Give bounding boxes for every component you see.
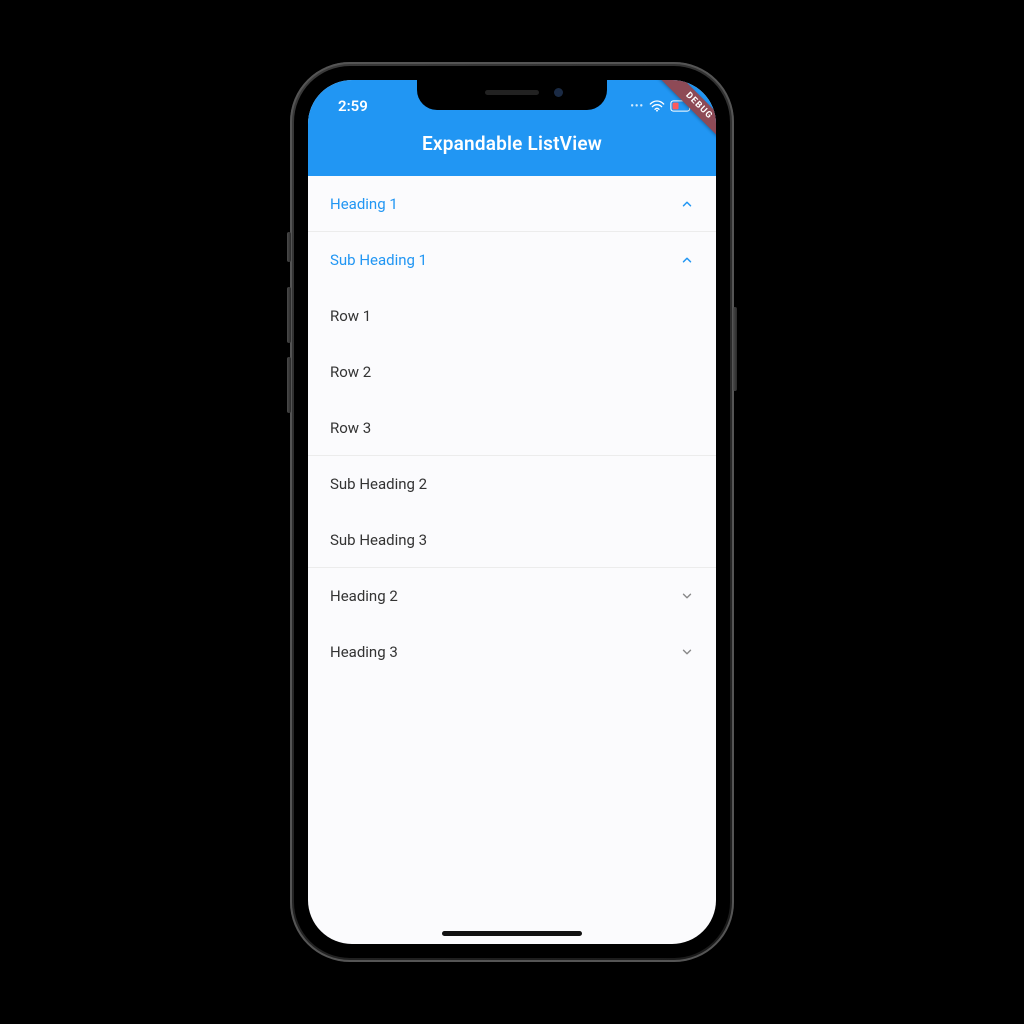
list-item[interactable]: Row 2 bbox=[308, 344, 716, 400]
row-label: Row 2 bbox=[330, 363, 698, 381]
row-label: Row 1 bbox=[330, 307, 698, 325]
sub-heading-label: Sub Heading 1 bbox=[330, 251, 676, 269]
list-item[interactable]: Row 3 bbox=[308, 400, 716, 456]
sub-heading-label: Sub Heading 3 bbox=[330, 531, 698, 549]
stage: DEBUG 2:59 ••• bbox=[0, 0, 1024, 1024]
sub-heading-1[interactable]: Sub Heading 1 bbox=[308, 232, 716, 288]
signal-icon: ••• bbox=[630, 101, 644, 112]
page-title: Expandable ListView bbox=[308, 132, 716, 155]
side-button bbox=[287, 287, 291, 343]
chevron-up-icon bbox=[676, 197, 698, 211]
phone-frame: DEBUG 2:59 ••• bbox=[290, 62, 734, 962]
row-label: Row 3 bbox=[330, 419, 698, 437]
heading-2[interactable]: Heading 2 bbox=[308, 568, 716, 624]
sub-heading-2[interactable]: Sub Heading 2 bbox=[308, 456, 716, 512]
status-time: 2:59 bbox=[338, 97, 368, 115]
heading-label: Heading 1 bbox=[330, 195, 676, 213]
heading-label: Heading 3 bbox=[330, 643, 676, 661]
notch bbox=[417, 80, 607, 110]
wifi-icon bbox=[649, 100, 665, 112]
expandable-list[interactable]: Heading 1 Sub Heading 1 Row 1 bbox=[308, 176, 716, 680]
heading-3[interactable]: Heading 3 bbox=[308, 624, 716, 680]
sub-heading-label: Sub Heading 2 bbox=[330, 475, 698, 493]
sub-heading-3[interactable]: Sub Heading 3 bbox=[308, 512, 716, 568]
home-indicator[interactable] bbox=[442, 931, 582, 936]
chevron-up-icon bbox=[676, 253, 698, 267]
chevron-down-icon bbox=[676, 589, 698, 603]
list-item[interactable]: Row 1 bbox=[308, 288, 716, 344]
side-button bbox=[287, 232, 291, 262]
screen: DEBUG 2:59 ••• bbox=[308, 80, 716, 944]
heading-1[interactable]: Heading 1 bbox=[308, 176, 716, 232]
heading-label: Heading 2 bbox=[330, 587, 676, 605]
side-button bbox=[287, 357, 291, 413]
side-button bbox=[733, 307, 737, 391]
chevron-down-icon bbox=[676, 645, 698, 659]
